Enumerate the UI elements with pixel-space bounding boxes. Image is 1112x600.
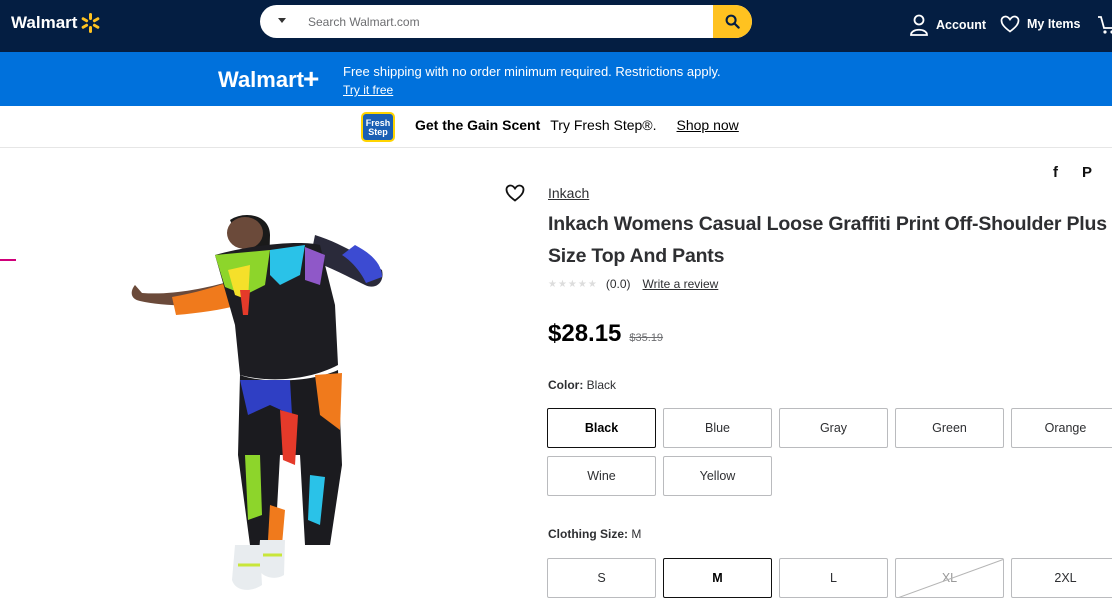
account-button[interactable]: Account (909, 14, 986, 36)
fresh-step-logo: Fresh Step (361, 112, 395, 142)
my-items-label: My Items (1027, 17, 1081, 31)
color-label: Color: Black (548, 378, 616, 392)
star-rating-icon: ★★★★★ (548, 278, 598, 290)
search-button[interactable] (713, 5, 752, 38)
walmart-plus-logo: Walmart + (218, 63, 320, 96)
promo-text: Free shipping with no order minimum requ… (343, 64, 721, 79)
color-label-name: Color: (548, 378, 584, 392)
promo-logo-plus: + (302, 63, 320, 94)
ad-text: Get the Gain Scent Try Fresh Step®. Shop… (415, 117, 739, 133)
heart-outline-icon (505, 184, 525, 202)
cart-icon (1098, 16, 1112, 34)
search-input[interactable] (308, 5, 708, 38)
promo-message: Free shipping with no order minimum requ… (343, 63, 721, 99)
color-option-black[interactable]: Black (547, 408, 656, 448)
size-label-value: M (631, 527, 642, 541)
pinterest-share-icon[interactable]: P (1082, 164, 1092, 181)
current-price: $28.15 (548, 320, 622, 347)
facebook-share-icon[interactable]: f (1053, 164, 1058, 181)
my-items-button[interactable]: My Items (1000, 15, 1081, 33)
search-bar (260, 5, 752, 38)
department-dropdown-icon[interactable] (278, 18, 286, 23)
rating-row: ★★★★★ (0.0) Write a review (548, 277, 718, 291)
favorite-button[interactable] (505, 184, 525, 207)
top-header: Walmart Account My Items (0, 0, 1112, 52)
size-option-s[interactable]: S (547, 558, 656, 598)
price-block: $28.15 $35.19 (548, 320, 663, 348)
promo-logo-text: Walmart (218, 67, 304, 92)
ad-subtext: Try Fresh Step®. (550, 117, 657, 133)
product-title: Inkach Womens Casual Loose Graffiti Prin… (548, 213, 1107, 267)
walmart-logo[interactable]: Walmart (11, 13, 100, 33)
color-option-gray[interactable]: Gray (779, 408, 888, 448)
product-image[interactable] (120, 215, 390, 595)
size-option-l[interactable]: L (779, 558, 888, 598)
shop-now-link[interactable]: Shop now (677, 117, 739, 133)
size-label-name: Clothing Size: (548, 527, 628, 541)
carousel-indicator (0, 259, 16, 261)
try-it-free-link[interactable]: Try it free (343, 83, 393, 97)
heart-icon (1000, 15, 1020, 33)
search-icon (725, 14, 740, 29)
size-label: Clothing Size: M (548, 527, 641, 541)
write-review-link[interactable]: Write a review (643, 277, 719, 291)
ad-headline: Get the Gain Scent (415, 117, 541, 133)
account-label: Account (936, 18, 986, 32)
was-price: $35.19 (629, 332, 664, 344)
size-option-m[interactable]: M (663, 558, 772, 598)
cart-button[interactable] (1097, 14, 1112, 41)
rating-value: (0.0) (605, 277, 631, 291)
walmart-plus-banner[interactable]: Walmart + Free shipping with no order mi… (0, 52, 1112, 106)
size-option-2xl[interactable]: 2XL (1011, 558, 1112, 598)
spark-icon (80, 13, 100, 33)
logo-text: Walmart (11, 13, 78, 32)
color-option-green[interactable]: Green (895, 408, 1004, 448)
color-label-value: Black (586, 378, 617, 392)
user-icon (910, 14, 928, 36)
size-option-xl[interactable]: XL (895, 558, 1004, 598)
brand-link[interactable]: Inkach (548, 185, 589, 201)
color-option-blue[interactable]: Blue (663, 408, 772, 448)
color-option-orange[interactable]: Orange (1011, 408, 1112, 448)
sponsored-ad-bar: Fresh Step Get the Gain Scent Try Fresh … (0, 106, 1112, 148)
color-option-yellow[interactable]: Yellow (663, 456, 772, 496)
color-option-wine[interactable]: Wine (547, 456, 656, 496)
